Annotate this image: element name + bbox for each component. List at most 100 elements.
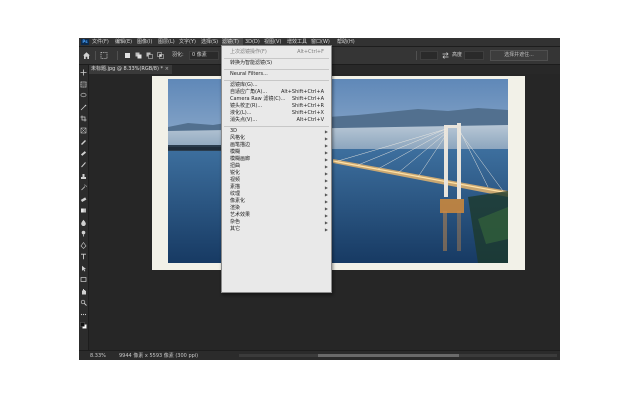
menu-item[interactable]: 图层(L) bbox=[158, 38, 177, 46]
filter-menu-item[interactable]: 滤镜库(G)... bbox=[222, 82, 331, 89]
filter-menu-item[interactable]: Camera Raw 滤镜(C)... Shift+Ctrl+A bbox=[222, 96, 331, 103]
filter-menu-item[interactable]: 扭曲 ▶ bbox=[222, 163, 331, 170]
filter-menu-item[interactable]: 模糊画廊 ▶ bbox=[222, 156, 331, 163]
menu-item[interactable]: 帮助(H) bbox=[337, 38, 358, 46]
magic-wand-icon[interactable] bbox=[80, 104, 87, 111]
filter-menu-item-label: 自适应广角(A)... bbox=[230, 89, 268, 95]
height-label: 高度 bbox=[452, 52, 463, 58]
document-tab[interactable]: 未标题.jpg @ 8.33%(RGB/8) * × bbox=[88, 65, 172, 74]
filter-menu-item[interactable]: 其它 ▶ bbox=[222, 226, 331, 233]
filter-menu-item-label: 模糊 bbox=[230, 149, 241, 155]
tools-panel bbox=[79, 65, 89, 360]
filter-menu-item-label: 上次滤镜操作(F) bbox=[230, 49, 267, 55]
eyedropper-icon[interactable] bbox=[80, 138, 87, 145]
menu-item[interactable]: 文字(Y) bbox=[179, 38, 199, 46]
filter-menu-item-label: 像素化 bbox=[230, 198, 246, 204]
menu-item[interactable]: 文件(F) bbox=[92, 38, 113, 46]
type-icon[interactable] bbox=[80, 253, 87, 260]
filter-menu-item[interactable]: 3D ▶ bbox=[222, 128, 331, 135]
hand-icon[interactable] bbox=[80, 288, 87, 295]
dodge-icon[interactable] bbox=[80, 230, 87, 237]
blur-icon[interactable] bbox=[80, 219, 87, 226]
history-brush-icon[interactable] bbox=[80, 184, 87, 191]
filter-menu-item[interactable]: 风格化 ▶ bbox=[222, 135, 331, 142]
submenu-arrow-icon: ▶ bbox=[324, 178, 328, 183]
brush-icon[interactable] bbox=[80, 161, 87, 168]
filter-menu-item[interactable]: Neural Filters... bbox=[222, 71, 331, 78]
filter-menu-item-label: 素描 bbox=[230, 184, 241, 190]
filter-menu-item[interactable]: 像素化 ▶ bbox=[222, 198, 331, 205]
document-canvas[interactable] bbox=[152, 76, 525, 270]
submenu-arrow-icon: ▶ bbox=[324, 143, 328, 148]
pen-icon[interactable] bbox=[80, 241, 87, 249]
filter-menu-item[interactable]: 上次滤镜操作(F) Alt+Ctrl+F bbox=[222, 49, 331, 56]
color-swatch-icon[interactable] bbox=[80, 322, 87, 329]
filter-menu-item[interactable]: 锐化 ▶ bbox=[222, 170, 331, 177]
filter-menu-item[interactable]: 杂色 ▶ bbox=[222, 219, 331, 226]
filter-menu-item[interactable]: 素描 ▶ bbox=[222, 184, 331, 191]
crop-icon[interactable] bbox=[80, 115, 87, 122]
filter-menu-item[interactable]: 视频 ▶ bbox=[222, 177, 331, 184]
bridge-photo bbox=[168, 79, 508, 263]
submenu-arrow-icon: ▶ bbox=[324, 136, 328, 141]
filter-menu-item[interactable]: 自适应广角(A)... Alt+Shift+Ctrl+A bbox=[222, 89, 331, 96]
intersect-selection-icon[interactable] bbox=[156, 51, 165, 60]
feather-label: 羽化: bbox=[172, 52, 184, 58]
zoom-level[interactable]: 8.33% bbox=[90, 352, 106, 360]
filter-menu-item[interactable]: 艺术效果 ▶ bbox=[222, 212, 331, 219]
move-icon[interactable] bbox=[80, 69, 87, 76]
filter-menu-item-label: 滤镜库(G)... bbox=[230, 82, 258, 88]
path-selection-icon[interactable] bbox=[80, 265, 87, 272]
frame-icon[interactable] bbox=[80, 127, 87, 134]
filter-menu-item[interactable]: 转换为智能滤镜(S) bbox=[222, 60, 331, 67]
filter-menu-item-label: 镜头校正(R)... bbox=[230, 103, 263, 109]
healing-brush-icon[interactable] bbox=[80, 150, 87, 157]
zoom-icon[interactable] bbox=[80, 299, 87, 306]
eraser-icon[interactable] bbox=[80, 196, 87, 203]
scrollbar-thumb[interactable] bbox=[318, 354, 459, 357]
filter-menu-item-label: 杂色 bbox=[230, 219, 241, 225]
feather-input[interactable]: 0 像素 bbox=[189, 51, 219, 60]
filter-menu-item[interactable]: 消失点(V)... Alt+Ctrl+V bbox=[222, 117, 331, 124]
filter-menu-item-label: 3D bbox=[230, 128, 238, 134]
gradient-icon[interactable] bbox=[80, 207, 87, 214]
filter-menu-item-label: 液化(L)... bbox=[230, 110, 252, 116]
filter-menu-item-label: 艺术效果 bbox=[230, 212, 251, 218]
filter-menu-item[interactable]: 渲染 ▶ bbox=[222, 205, 331, 212]
select-and-mask-button[interactable]: 选择并遮住... bbox=[490, 50, 548, 61]
rectangle-icon[interactable] bbox=[80, 276, 87, 283]
close-icon[interactable]: × bbox=[165, 65, 169, 74]
shortcut-text: Alt+Shift+Ctrl+A bbox=[280, 89, 324, 95]
filter-menu-item-label: 锐化 bbox=[230, 170, 241, 176]
menu-divider bbox=[224, 125, 329, 127]
shortcut-text: Shift+Ctrl+X bbox=[291, 110, 324, 116]
new-selection-icon[interactable] bbox=[123, 51, 132, 60]
submenu-arrow-icon: ▶ bbox=[324, 185, 328, 190]
menu-item[interactable]: 选择(S) bbox=[201, 38, 220, 46]
filter-menu-item[interactable]: 镜头校正(R)... Shift+Ctrl+R bbox=[222, 103, 331, 110]
submenu-arrow-icon: ▶ bbox=[324, 150, 328, 155]
clone-stamp-icon[interactable] bbox=[80, 173, 87, 180]
filter-menu-item[interactable]: 画笔描边 ▶ bbox=[222, 142, 331, 149]
filter-menu-item[interactable]: 液化(L)... Shift+Ctrl+X bbox=[222, 110, 331, 117]
filter-menu-item-label: 视频 bbox=[230, 177, 241, 183]
submenu-arrow-icon: ▶ bbox=[324, 192, 328, 197]
filter-menu-item-label: 渲染 bbox=[230, 205, 241, 211]
more-tools-icon[interactable] bbox=[80, 311, 87, 318]
marquee-preset-icon[interactable] bbox=[100, 51, 109, 60]
add-selection-icon[interactable] bbox=[134, 51, 143, 60]
document-info[interactable]: 9944 像素 x 5593 像素 (300 ppi) bbox=[119, 352, 198, 360]
home-icon[interactable] bbox=[82, 51, 91, 60]
submenu-arrow-icon: ▶ bbox=[324, 129, 328, 134]
filter-menu-item[interactable]: 模糊 ▶ bbox=[222, 149, 331, 156]
marquee-icon[interactable] bbox=[80, 80, 87, 88]
filter-menu-item[interactable]: 纹理 ▶ bbox=[222, 191, 331, 198]
menu-item[interactable]: 图像(I) bbox=[137, 38, 156, 46]
menu-item[interactable]: 编辑(E) bbox=[115, 38, 135, 46]
subtract-selection-icon[interactable] bbox=[145, 51, 154, 60]
width-input[interactable] bbox=[420, 51, 438, 60]
height-input[interactable] bbox=[464, 51, 484, 60]
lasso-icon[interactable] bbox=[80, 92, 87, 99]
filter-menu-item-label: 画笔描边 bbox=[230, 142, 251, 148]
swap-icon[interactable] bbox=[441, 51, 450, 60]
